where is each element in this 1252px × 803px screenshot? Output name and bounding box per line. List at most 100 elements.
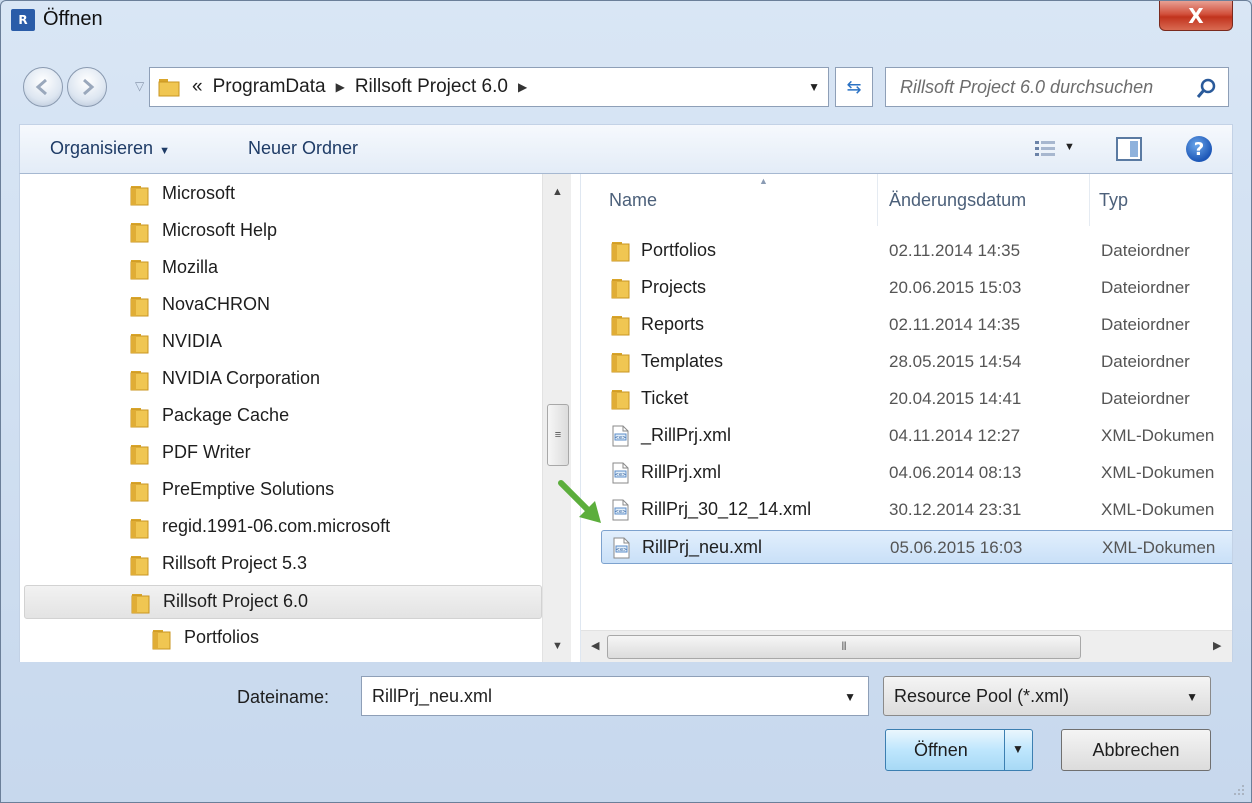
file-row[interactable]: Projects 20.06.2015 15:03 Dateiordner (601, 271, 1232, 305)
organize-label: Organisieren (50, 138, 154, 158)
file-row[interactable]: Ticket 20.04.2015 14:41 Dateiordner (601, 382, 1232, 416)
forward-arrow-icon (83, 78, 95, 96)
cancel-button[interactable]: Abbrechen (1061, 729, 1211, 771)
scroll-left-icon[interactable]: ◀ (591, 639, 599, 652)
file-date: 28.05.2015 14:54 (889, 352, 1022, 371)
filetype-select[interactable]: Resource Pool (*.xml) ▼ (883, 676, 1211, 716)
open-button[interactable]: Öffnen ▼ (885, 729, 1033, 771)
open-dialog: R Öffnen X ▽ « ProgramData ▶ Rillsoft Pr… (0, 0, 1252, 803)
chevron-down-icon[interactable]: ▼ (1186, 690, 1198, 704)
search-box[interactable]: Rillsoft Project 6.0 durchsuchen (885, 67, 1229, 107)
tree-item[interactable]: Rillsoft Project 6.0 (24, 585, 542, 619)
scroll-up-icon[interactable]: ▲ (552, 186, 563, 198)
breadcrumb-overflow[interactable]: « (192, 76, 203, 98)
address-bar[interactable]: « ProgramData ▶ Rillsoft Project 6.0 ▶ ▼ (149, 67, 829, 107)
forward-button[interactable] (67, 67, 107, 107)
file-date: 20.04.2015 14:41 (889, 389, 1022, 408)
file-row[interactable]: <e> _RillPrj.xml 04.11.2014 12:27 XML-Dokum… (601, 419, 1232, 453)
xml-file-icon: <e> (610, 537, 632, 559)
column-divider[interactable] (1089, 174, 1090, 226)
tree-item[interactable]: NVIDIA (20, 326, 540, 360)
new-folder-button[interactable]: Neuer Ordner (248, 138, 358, 159)
file-list[interactable]: Name ▲ Änderungsdatum Typ Portfolios 02.1… (581, 174, 1233, 662)
file-row[interactable]: Reports 02.11.2014 14:35 Dateiordner (601, 308, 1232, 342)
resize-grip-icon[interactable] (1231, 782, 1245, 796)
filename-input[interactable]: RillPrj_neu.xml (372, 686, 492, 707)
close-button[interactable]: X (1159, 1, 1233, 31)
scrollbar-thumb[interactable]: ≡ (547, 404, 569, 466)
folder-icon (609, 314, 631, 336)
tree-item[interactable]: Mozilla (20, 252, 540, 286)
tree-item[interactable]: Microsoft Help (20, 215, 540, 249)
tree-item[interactable]: NVIDIA Corporation (20, 363, 540, 397)
column-header-name[interactable]: Name ▲ (609, 174, 877, 226)
back-arrow-icon (35, 78, 47, 96)
open-options-dropdown-icon[interactable]: ▼ (1012, 742, 1024, 756)
file-row[interactable]: <e> RillPrj_30_12_14.xml 30.12.2014 23:31 X… (601, 493, 1232, 527)
tree-item[interactable]: Portfolios (20, 622, 540, 656)
file-type: Dateiordner (1101, 389, 1190, 408)
breadcrumb-item-rillsoft[interactable]: Rillsoft Project 6.0 (355, 76, 508, 98)
breadcrumb-separator-icon[interactable]: ▶ (518, 80, 527, 94)
title-bar[interactable]: R Öffnen X (1, 1, 1251, 49)
filetype-value: Resource Pool (*.xml) (894, 685, 1070, 706)
folder-icon (128, 332, 150, 354)
organize-menu[interactable]: Organisieren ▼ (50, 138, 170, 159)
column-header-date[interactable]: Änderungsdatum (889, 174, 1089, 226)
file-list-scrollbar[interactable]: ◀ ⦀ ▶ (581, 630, 1232, 662)
tree-item-label: NovaCHRON (162, 294, 271, 314)
breadcrumb-separator-icon[interactable]: ▶ (336, 80, 345, 94)
refresh-button[interactable]: ⇆ (835, 67, 873, 107)
file-row[interactable]: <e> RillPrj_neu.xml 05.06.2015 16:03 XML-Do… (601, 530, 1232, 564)
file-date: 04.11.2014 12:27 (889, 426, 1021, 445)
preview-pane-icon[interactable] (1116, 137, 1142, 161)
column-date-label: Änderungsdatum (889, 189, 1027, 210)
back-button[interactable] (23, 67, 63, 107)
pane-splitter[interactable] (571, 174, 581, 662)
navigation-pane[interactable]: Microsoft Microsoft Help Mozilla NovaCHRON N… (19, 174, 571, 662)
file-date: 04.06.2014 08:13 (889, 463, 1022, 482)
folder-icon (128, 295, 150, 317)
xml-file-icon: <e> (609, 462, 631, 484)
tree-item[interactable]: Package Cache (20, 400, 540, 434)
file-type: Dateiordner (1101, 278, 1190, 297)
scrollbar-thumb[interactable]: ⦀ (607, 635, 1081, 659)
tree-item[interactable]: PDF Writer (20, 437, 540, 471)
tree-item-label: NVIDIA Corporation (162, 368, 321, 388)
file-row[interactable]: Templates 28.05.2015 14:54 Dateiordner (601, 345, 1232, 379)
file-row[interactable]: Portfolios 02.11.2014 14:35 Dateiordner (601, 234, 1232, 268)
view-dropdown-icon[interactable]: ▼ (1064, 141, 1075, 153)
tree-item[interactable]: regid.1991-06.com.microsoft (20, 511, 540, 545)
command-toolbar: Organisieren ▼ Neuer Ordner ▼ ? (19, 124, 1233, 174)
column-divider[interactable] (877, 174, 878, 226)
file-date: 02.11.2014 14:35 (889, 241, 1021, 260)
filename-combobox[interactable]: RillPrj_neu.xml ▼ (361, 676, 869, 716)
tree-item-label: Mozilla (162, 257, 219, 277)
column-header-type[interactable]: Typ (1099, 174, 1232, 226)
tree-item[interactable]: NovaCHRON (20, 289, 540, 323)
scroll-right-icon[interactable]: ▶ (1213, 639, 1221, 652)
file-name: Portfolios (641, 240, 717, 260)
tree-item-label: Microsoft Help (162, 220, 278, 240)
folder-icon (128, 184, 150, 206)
file-row[interactable]: <e> RillPrj.xml 04.06.2014 08:13 XML-Dokume… (601, 456, 1232, 490)
scroll-down-icon[interactable]: ▼ (552, 640, 563, 652)
recent-pages-dropdown-icon[interactable]: ▽ (135, 79, 144, 93)
tree-item-label: regid.1991-06.com.microsoft (162, 516, 391, 536)
tree-item-label: PDF Writer (162, 442, 251, 462)
svg-text:<e>: <e> (616, 547, 627, 553)
help-icon[interactable]: ? (1186, 136, 1212, 162)
navigation-scrollbar[interactable]: ▲ ≡ ▼ (542, 174, 571, 662)
view-details-icon[interactable] (1034, 139, 1056, 159)
tree-item[interactable]: PreEmptive Solutions (20, 474, 540, 508)
search-input[interactable]: Rillsoft Project 6.0 durchsuchen (900, 77, 1153, 98)
svg-text:<e>: <e> (615, 509, 626, 515)
address-dropdown-icon[interactable]: ▼ (808, 80, 820, 94)
tree-item[interactable]: Microsoft (20, 178, 540, 212)
file-date: 20.06.2015 15:03 (889, 278, 1022, 297)
chevron-down-icon[interactable]: ▼ (844, 690, 856, 704)
folder-icon (158, 79, 180, 97)
breadcrumb-item-programdata[interactable]: ProgramData (213, 76, 326, 98)
tree-item[interactable]: Rillsoft Project 5.3 (20, 548, 540, 582)
search-icon[interactable] (1196, 77, 1218, 99)
